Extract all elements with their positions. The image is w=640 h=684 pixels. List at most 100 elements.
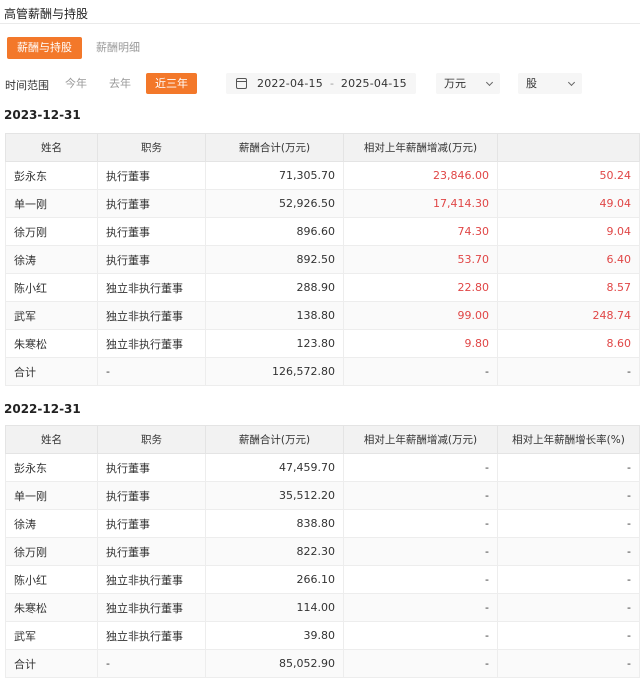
pay-change-cell: - [343, 509, 498, 538]
title-cell: 执行董事 [97, 481, 206, 510]
tab-compensation-holdings[interactable]: 薪酬与持股 [7, 37, 82, 59]
pay-change-cell: 22.80 [343, 273, 498, 302]
pay-change-cell: 17,414.30 [343, 189, 498, 218]
total-pay-cell: 138.80 [205, 301, 344, 330]
name-cell: 单一刚 [5, 481, 98, 510]
pay-growth-cell: 50.24 [497, 161, 640, 190]
date-range-picker[interactable]: 2022-04-15 - 2025-04-15 [226, 73, 416, 94]
total-pay-cell: 123.80 [205, 329, 344, 358]
column-header: 姓名 [5, 425, 98, 454]
column-header: 薪酬合计(万元) [205, 425, 344, 454]
range-this-year-button[interactable]: 今年 [56, 73, 96, 94]
title-cell: 独立非执行董事 [97, 273, 206, 302]
table-row: 合计 -85,052.90- - [5, 649, 640, 678]
chevron-down-icon [567, 78, 576, 87]
money-unit-select[interactable]: 万元 [436, 73, 500, 94]
total-pay-cell: 838.80 [205, 509, 344, 538]
range-three-years-button[interactable]: 近三年 [146, 73, 197, 94]
table-row: 朱寒松 独立非执行董事 114.00- - [5, 593, 640, 622]
title-cell: - [97, 357, 206, 386]
pay-change-cell: - [343, 357, 498, 386]
range-last-year-button[interactable]: 去年 [100, 73, 140, 94]
date-separator: - [329, 77, 334, 90]
section-date-2023: 2023-12-31 [4, 108, 81, 122]
compensation-table-2023: 姓名 职务 薪酬合计(万元) 相对上年薪酬增减(万元) 彭永东 执行董事 71,305.7… [5, 133, 640, 386]
title-cell: 执行董事 [97, 161, 206, 190]
total-pay-cell: 126,572.80 [205, 357, 344, 386]
pay-growth-cell: - [497, 565, 640, 594]
title-cell: 独立非执行董事 [97, 621, 206, 650]
compensation-table-2022: 姓名 职务 薪酬合计(万元) 相对上年薪酬增减(万元) 相对上年薪酬增长率(%) 彭永东… [5, 425, 640, 678]
total-pay-cell: 288.90 [205, 273, 344, 302]
table-row: 单一刚 执行董事 35,512.20- - [5, 481, 640, 510]
name-cell: 朱寒松 [5, 329, 98, 358]
table-row: 单一刚 执行董事 52,926.50 17,414.30 49.04 [5, 189, 640, 218]
pay-change-cell: 99.00 [343, 301, 498, 330]
pay-change-cell: - [343, 453, 498, 482]
table-row: 武军 独立非执行董事 39.80- - [5, 621, 640, 650]
total-pay-cell: 896.60 [205, 217, 344, 246]
table-row: 陈小红 独立非执行董事 266.10- - [5, 565, 640, 594]
pay-growth-cell: 248.74 [497, 301, 640, 330]
total-pay-cell: 35,512.20 [205, 481, 344, 510]
page-title: 高管薪酬与持股 [0, 0, 640, 24]
name-cell: 彭永东 [5, 161, 98, 190]
share-unit-select[interactable]: 股 [518, 73, 582, 94]
pay-change-cell: 9.80 [343, 329, 498, 358]
pay-growth-cell: - [497, 621, 640, 650]
title-cell: - [97, 649, 206, 678]
pay-change-cell: 74.30 [343, 217, 498, 246]
table-row: 徐万刚 执行董事 896.60 74.30 9.04 [5, 217, 640, 246]
pay-change-cell: 53.70 [343, 245, 498, 274]
pay-change-cell: - [343, 593, 498, 622]
table-row: 徐涛 执行董事 838.80- - [5, 509, 640, 538]
total-pay-cell: 47,459.70 [205, 453, 344, 482]
name-cell: 武军 [5, 301, 98, 330]
title-cell: 独立非执行董事 [97, 329, 206, 358]
title-cell: 执行董事 [97, 509, 206, 538]
title-cell: 执行董事 [97, 189, 206, 218]
total-pay-cell: 114.00 [205, 593, 344, 622]
pay-growth-cell: - [497, 509, 640, 538]
pay-growth-cell: 8.57 [497, 273, 640, 302]
pay-change-cell: - [343, 649, 498, 678]
table-header-row: 姓名 职务 薪酬合计(万元) 相对上年薪酬增减(万元) [5, 133, 640, 162]
pay-change-cell: 23,846.00 [343, 161, 498, 190]
table-row: 徐万刚 执行董事 822.30- - [5, 537, 640, 566]
column-header [497, 133, 640, 162]
title-cell: 独立非执行董事 [97, 593, 206, 622]
title-cell: 执行董事 [97, 453, 206, 482]
money-unit-value: 万元 [444, 77, 466, 90]
name-cell: 单一刚 [5, 189, 98, 218]
chevron-down-icon [485, 78, 494, 87]
date-end: 2025-04-15 [340, 77, 407, 90]
name-cell: 陈小红 [5, 565, 98, 594]
total-pay-cell: 52,926.50 [205, 189, 344, 218]
table-row: 武军 独立非执行董事 138.80 99.00 248.74 [5, 301, 640, 330]
name-cell: 武军 [5, 621, 98, 650]
table-row: 朱寒松 独立非执行董事 123.80 9.80 8.60 [5, 329, 640, 358]
share-unit-value: 股 [526, 77, 537, 90]
pay-growth-cell: - [497, 593, 640, 622]
pay-change-cell: - [343, 565, 498, 594]
pay-growth-cell: 6.40 [497, 245, 640, 274]
column-header: 姓名 [5, 133, 98, 162]
title-cell: 执行董事 [97, 537, 206, 566]
table-row: 彭永东 执行董事 71,305.70 23,846.00 50.24 [5, 161, 640, 190]
section-date-2022: 2022-12-31 [4, 402, 81, 416]
title-cell: 独立非执行董事 [97, 301, 206, 330]
pay-growth-cell: - [497, 481, 640, 510]
table-row: 徐涛 执行董事 892.50 53.70 6.40 [5, 245, 640, 274]
filter-row: 时间范围 今年 去年 近三年 2022-04-15 - 2025-04-15 万… [0, 73, 640, 95]
table-row: 彭永东 执行董事 47,459.70- - [5, 453, 640, 482]
pay-growth-cell: - [497, 649, 640, 678]
column-header: 薪酬合计(万元) [205, 133, 344, 162]
table-row: 陈小红 独立非执行董事 288.90 22.80 8.57 [5, 273, 640, 302]
name-cell: 徐万刚 [5, 217, 98, 246]
name-cell: 陈小红 [5, 273, 98, 302]
name-cell: 彭永东 [5, 453, 98, 482]
tab-compensation-details[interactable]: 薪酬明细 [86, 37, 150, 59]
pay-change-cell: - [343, 481, 498, 510]
column-header: 相对上年薪酬增减(万元) [343, 133, 498, 162]
title-cell: 执行董事 [97, 217, 206, 246]
